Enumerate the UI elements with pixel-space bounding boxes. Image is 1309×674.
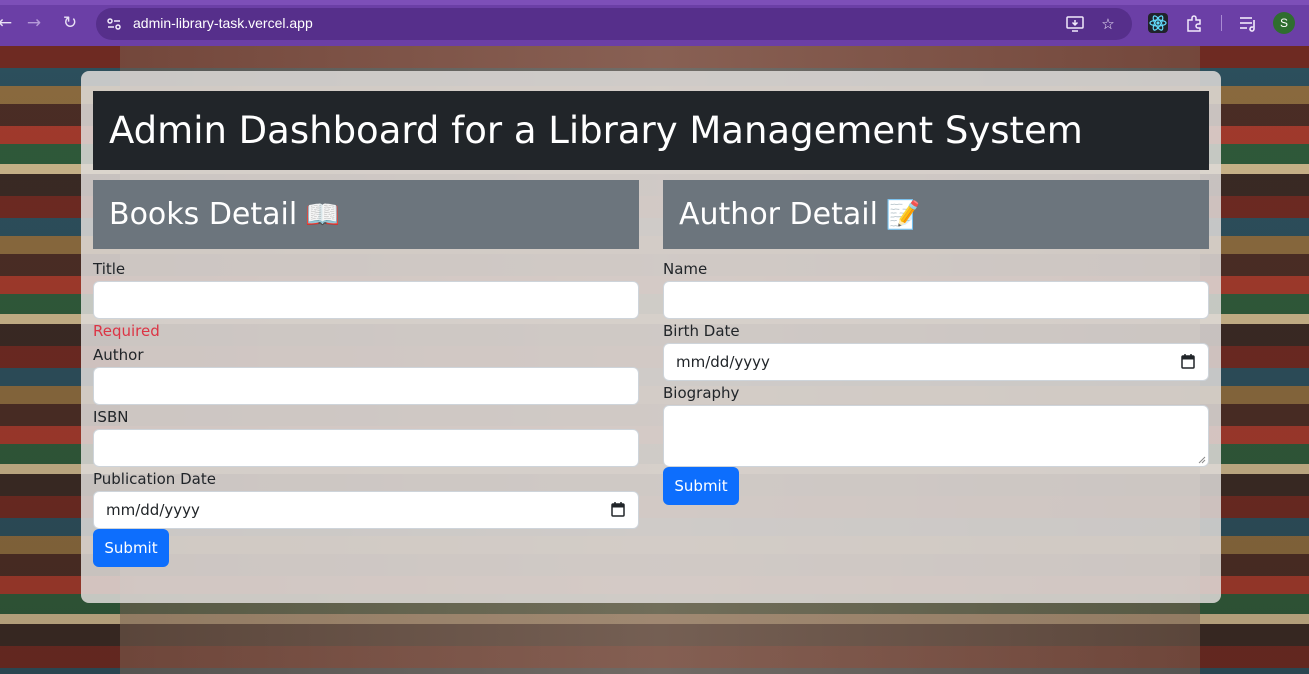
author-submit-button[interactable]: Submit <box>663 467 739 505</box>
forward-icon[interactable]: → <box>23 12 45 34</box>
react-devtools-icon[interactable] <box>1147 12 1169 34</box>
title-label: Title <box>93 260 126 278</box>
page-title: Admin Dashboard for a Library Management… <box>93 91 1209 170</box>
open-book-icon: 📖 <box>305 198 341 231</box>
reload-icon[interactable]: ↻ <box>59 12 81 34</box>
birth-date-placeholder: mm/dd/yyyy <box>676 353 770 371</box>
back-icon[interactable]: ← <box>0 12 16 34</box>
author-section-heading: Author Detail 📝 <box>663 180 1209 249</box>
isbn-input[interactable] <box>93 429 639 467</box>
author-heading-text: Author Detail <box>679 197 878 232</box>
url-text[interactable]: admin-library-task.vercel.app <box>133 15 313 31</box>
biography-label: Biography <box>663 384 740 402</box>
books-heading-text: Books Detail <box>109 197 298 232</box>
reading-list-icon[interactable] <box>1237 12 1259 34</box>
birth-date-label: Birth Date <box>663 322 740 340</box>
calendar-icon[interactable] <box>1181 353 1195 369</box>
author-name-input[interactable] <box>663 281 1209 319</box>
toolbar-separator <box>1221 15 1222 31</box>
publication-date-label: Publication Date <box>93 470 216 488</box>
isbn-label: ISBN <box>93 408 129 426</box>
memo-icon: 📝 <box>885 198 921 231</box>
birth-date-input[interactable]: mm/dd/yyyy <box>663 343 1209 381</box>
bookmark-star-icon[interactable]: ☆ <box>1098 14 1118 34</box>
extensions-icon[interactable] <box>1183 12 1205 34</box>
profile-avatar[interactable]: S <box>1273 12 1295 34</box>
site-settings-icon[interactable] <box>106 16 122 32</box>
install-app-icon[interactable] <box>1065 14 1085 34</box>
publication-date-input[interactable]: mm/dd/yyyy <box>93 491 639 529</box>
title-required-error: Required <box>93 322 160 340</box>
book-title-input[interactable] <box>93 281 639 319</box>
address-bar[interactable]: admin-library-task.vercel.app ☆ <box>96 8 1132 40</box>
books-submit-button[interactable]: Submit <box>93 529 169 567</box>
tab-strip <box>0 0 1309 5</box>
biography-textarea[interactable] <box>663 405 1209 467</box>
author-label: Author <box>93 346 144 364</box>
publication-date-placeholder: mm/dd/yyyy <box>106 501 200 519</box>
books-section-heading: Books Detail 📖 <box>93 180 639 249</box>
book-author-input[interactable] <box>93 367 639 405</box>
name-label: Name <box>663 260 708 278</box>
browser-toolbar: ← → ↻ admin-library-task.vercel.app ☆ S <box>0 0 1309 46</box>
calendar-icon[interactable] <box>611 501 625 517</box>
resize-grip-icon[interactable] <box>1198 456 1206 464</box>
